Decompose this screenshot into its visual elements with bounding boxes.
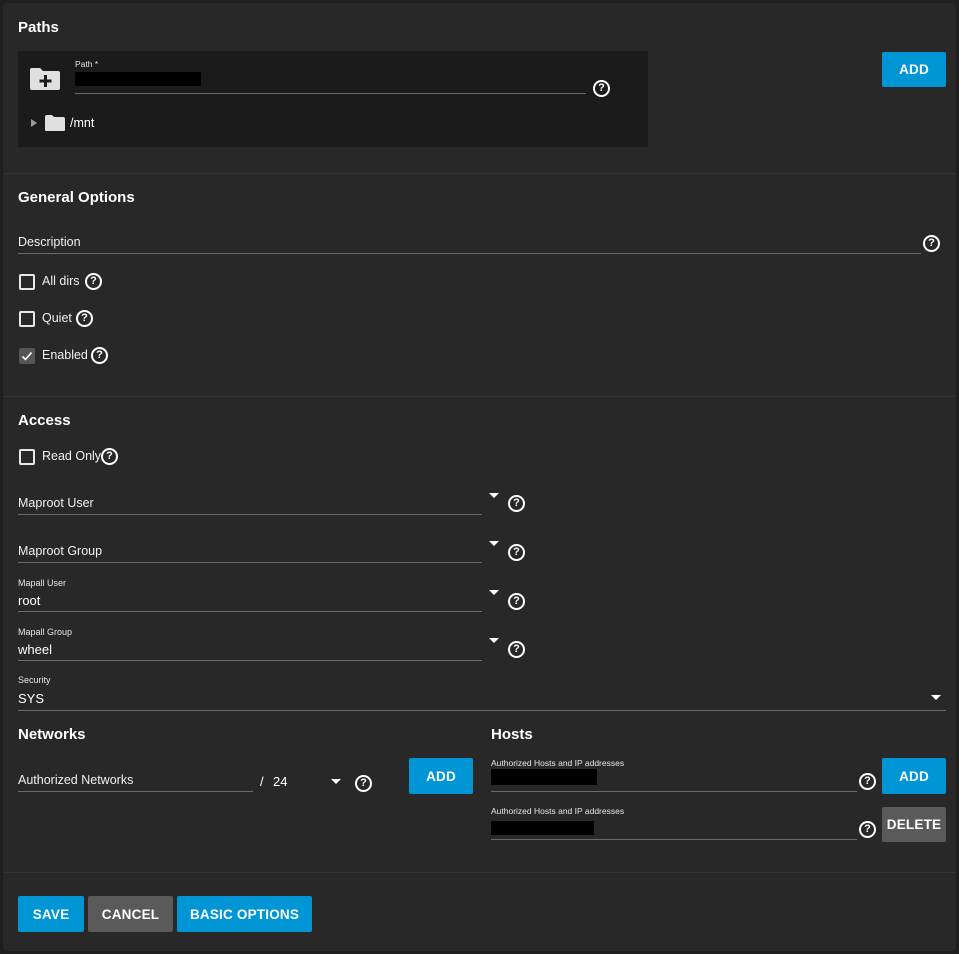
help-circle-icon[interactable]: ?: [355, 775, 372, 792]
quiet-label: Quiet: [42, 311, 72, 325]
networks-title: Networks: [18, 726, 86, 743]
help-circle-icon[interactable]: ?: [91, 347, 108, 364]
host1-value-redacted[interactable]: [491, 769, 597, 785]
add-network-button[interactable]: ADD: [409, 758, 473, 794]
maproot-user-underline: [18, 514, 482, 515]
help-circle-icon[interactable]: ?: [508, 641, 525, 658]
save-button[interactable]: SAVE: [18, 896, 84, 932]
add-path-button[interactable]: ADD: [882, 52, 946, 87]
help-circle-icon[interactable]: ?: [593, 80, 610, 97]
folder-icon: [44, 114, 66, 132]
security-label: Security: [18, 675, 51, 685]
host1-label: Authorized Hosts and IP addresses: [491, 758, 625, 768]
host2-label: Authorized Hosts and IP addresses: [491, 806, 625, 816]
mapall-user-label: Mapall User: [18, 578, 67, 588]
all-dirs-checkbox[interactable]: [19, 274, 35, 290]
mapall-user-select[interactable]: root: [18, 593, 40, 608]
read-only-label: Read Only: [42, 449, 102, 463]
description-input[interactable]: Description: [18, 235, 81, 249]
section-divider: [3, 173, 956, 174]
network-mask-separator: /: [260, 774, 264, 789]
help-circle-icon[interactable]: ?: [508, 544, 525, 561]
caret-down-icon[interactable]: [489, 590, 499, 595]
check-icon: [21, 351, 33, 361]
maproot-group-select[interactable]: Maproot Group: [18, 544, 102, 558]
security-select[interactable]: SYS: [18, 691, 44, 706]
help-circle-icon[interactable]: ?: [923, 235, 940, 252]
description-underline: [18, 253, 921, 254]
caret-down-icon[interactable]: [489, 541, 499, 546]
mapall-user-underline: [18, 611, 482, 612]
expand-triangle-icon[interactable]: [31, 119, 37, 127]
host1-underline: [491, 791, 857, 792]
path-input-underline: [75, 93, 586, 94]
path-label: Path *: [75, 59, 99, 69]
add-host-button[interactable]: ADD: [882, 758, 946, 794]
authorized-networks-underline: [18, 791, 253, 792]
mapall-group-label: Mapall Group: [18, 627, 73, 637]
delete-host-button[interactable]: DELETE: [882, 807, 946, 842]
maproot-user-select[interactable]: Maproot User: [18, 496, 94, 510]
folder-plus-icon[interactable]: [29, 67, 61, 91]
host2-underline: [491, 839, 857, 840]
enabled-label: Enabled: [42, 348, 88, 362]
all-dirs-label: All dirs: [42, 274, 80, 288]
security-underline: [18, 710, 946, 711]
caret-down-icon[interactable]: [331, 779, 341, 784]
host2-value-redacted[interactable]: [491, 821, 594, 835]
tree-node-mnt[interactable]: /mnt: [70, 116, 94, 130]
help-circle-icon[interactable]: ?: [85, 273, 102, 290]
enabled-checkbox[interactable]: [19, 348, 35, 364]
section-divider: [3, 396, 956, 397]
help-circle-icon[interactable]: ?: [101, 448, 118, 465]
caret-down-icon[interactable]: [931, 695, 941, 700]
hosts-title: Hosts: [491, 726, 533, 743]
paths-section-title: Paths: [18, 19, 59, 36]
path-explorer: Path * ? /mnt: [18, 51, 648, 147]
caret-down-icon[interactable]: [489, 638, 499, 643]
access-title: Access: [18, 412, 71, 429]
section-divider: [3, 872, 956, 873]
nfs-share-form: Paths Path * ? /mnt ADD General Options …: [3, 3, 956, 951]
help-circle-icon[interactable]: ?: [508, 495, 525, 512]
network-mask-select[interactable]: 24: [273, 774, 287, 789]
basic-options-button[interactable]: BASIC OPTIONS: [177, 896, 312, 932]
help-circle-icon[interactable]: ?: [859, 773, 876, 790]
help-circle-icon[interactable]: ?: [859, 821, 876, 838]
mapall-group-select[interactable]: wheel: [18, 642, 52, 657]
mapall-group-underline: [18, 660, 482, 661]
help-circle-icon[interactable]: ?: [508, 593, 525, 610]
maproot-group-underline: [18, 562, 482, 563]
general-options-title: General Options: [18, 189, 135, 206]
cancel-button[interactable]: CANCEL: [88, 896, 173, 932]
quiet-checkbox[interactable]: [19, 311, 35, 327]
authorized-networks-input[interactable]: Authorized Networks: [18, 773, 133, 787]
caret-down-icon[interactable]: [489, 493, 499, 498]
read-only-checkbox[interactable]: [19, 449, 35, 465]
path-value-redacted[interactable]: [75, 72, 201, 86]
help-circle-icon[interactable]: ?: [76, 310, 93, 327]
